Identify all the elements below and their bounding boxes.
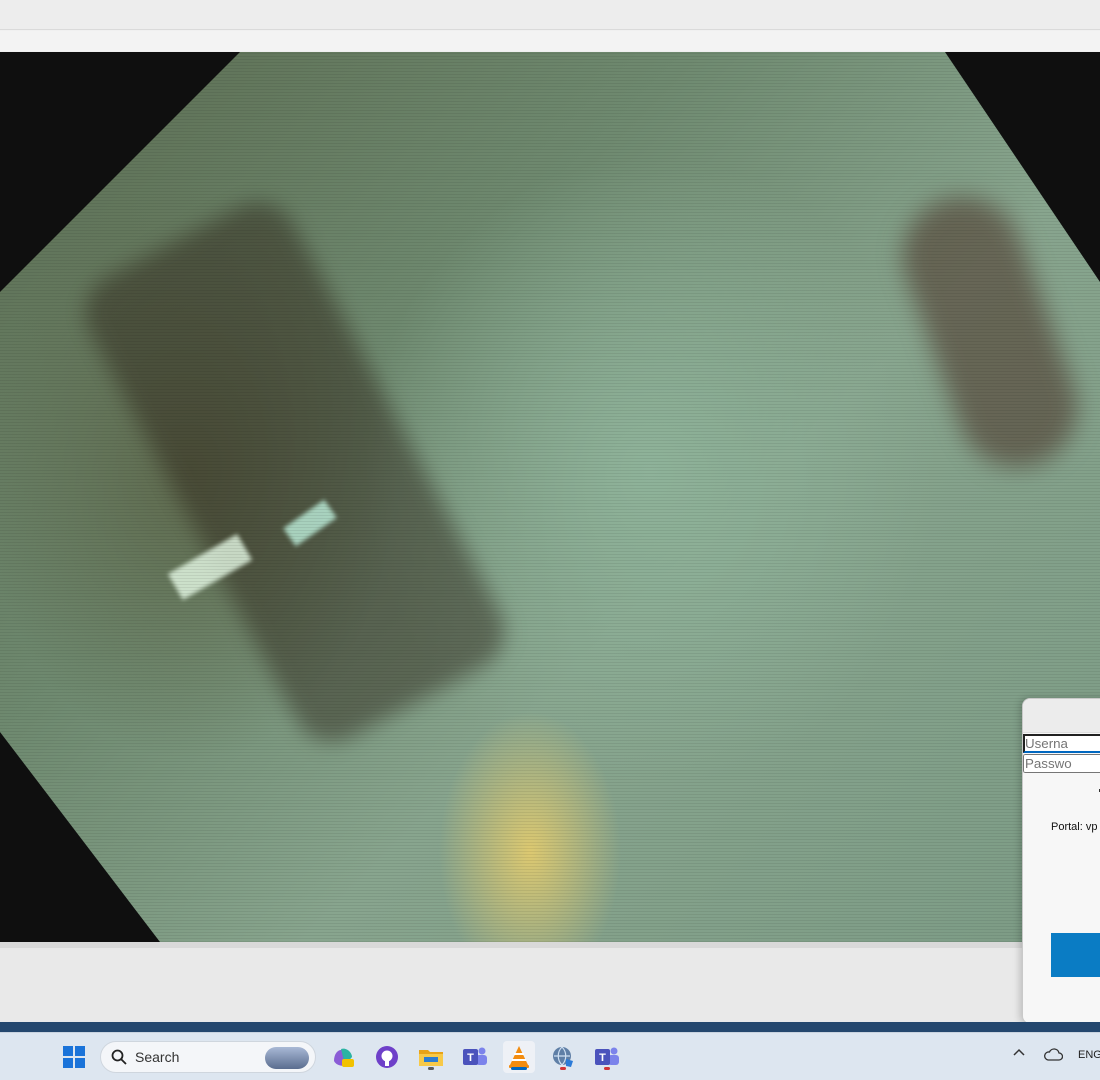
taskbar: Search T T ENG: [0, 1032, 1100, 1080]
show-hidden-icons-chevron-icon[interactable]: [1012, 1045, 1026, 1061]
running-indicator: [511, 1067, 527, 1070]
menu-bar[interactable]: [0, 31, 1100, 51]
connect-button[interactable]: [1051, 933, 1100, 977]
copilot-icon: [334, 1048, 354, 1067]
portal-label: Portal: vp: [1051, 821, 1098, 833]
teams-work-icon: T: [595, 1047, 619, 1065]
svg-text:T: T: [467, 1052, 474, 1064]
search-label: Search: [135, 1049, 180, 1065]
svg-text:T: T: [599, 1052, 606, 1064]
running-indicator: [428, 1067, 434, 1070]
username-input[interactable]: [1023, 734, 1100, 753]
windows-logo-icon: [63, 1046, 85, 1068]
github-icon: [376, 1046, 398, 1068]
playback-control-bar[interactable]: [0, 942, 1100, 1022]
alert-indicator: [604, 1067, 610, 1070]
vpn-globe-icon: [553, 1046, 573, 1067]
dialog-title-bar[interactable]: [1023, 699, 1100, 733]
taskbar-app-copilot[interactable]: [327, 1041, 359, 1073]
media-player-window: [0, 0, 1100, 1022]
taskbar-search[interactable]: Search: [100, 1041, 316, 1073]
search-icon: [111, 1049, 127, 1065]
desktop-strip: [0, 1022, 1100, 1032]
title-bar[interactable]: [0, 0, 1100, 30]
taskbar-app-vlc[interactable]: [503, 1041, 535, 1073]
video-surface[interactable]: [0, 52, 1100, 942]
video-scanlines: [0, 52, 1100, 942]
language-indicator[interactable]: ENG: [1078, 1049, 1100, 1061]
password-input[interactable]: [1023, 754, 1100, 773]
teams-icon: T: [463, 1047, 487, 1065]
alert-indicator: [560, 1067, 566, 1070]
vpn-sign-in-dialog: Portal: vp: [1022, 698, 1100, 1024]
onedrive-cloud-icon[interactable]: [1043, 1046, 1064, 1061]
start-button[interactable]: [58, 1041, 90, 1073]
taskbar-app-teams[interactable]: T: [459, 1041, 491, 1073]
search-highlight-image: [265, 1047, 309, 1069]
taskbar-app-file-explorer[interactable]: [415, 1041, 447, 1073]
vlc-icon: [509, 1046, 529, 1068]
file-explorer-icon: [419, 1050, 443, 1066]
taskbar-app-vpn[interactable]: [547, 1041, 579, 1073]
taskbar-app-teams-work[interactable]: T: [591, 1041, 623, 1073]
taskbar-app-github[interactable]: [371, 1041, 403, 1073]
